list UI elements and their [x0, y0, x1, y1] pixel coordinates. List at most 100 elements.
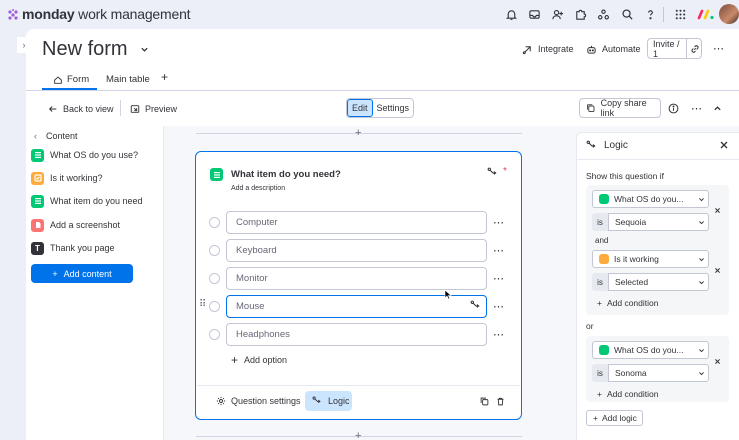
- chevron-down-icon: [698, 371, 704, 375]
- insert-question-plus-icon[interactable]: +: [355, 430, 361, 440]
- monday-products-icon[interactable]: [697, 9, 715, 20]
- option-input[interactable]: Headphones: [226, 323, 487, 346]
- content-header: ‹ Content: [34, 131, 78, 141]
- tab-main-table[interactable]: Main table: [106, 70, 150, 89]
- question-settings-button[interactable]: Question settings: [216, 396, 301, 406]
- gear-icon: [216, 396, 226, 406]
- option-more-icon[interactable]: ⋯: [493, 328, 505, 341]
- workspaces-icon[interactable]: [597, 8, 610, 21]
- monday-logo-icon[interactable]: [7, 9, 19, 21]
- back-to-view-button[interactable]: Back to view: [48, 102, 114, 116]
- list-icon: [599, 194, 609, 204]
- add-content-button[interactable]: + Add content: [31, 264, 133, 283]
- more-options-icon[interactable]: ⋯: [713, 42, 725, 55]
- option-input[interactable]: Keyboard: [226, 239, 487, 262]
- chevron-up-icon[interactable]: [713, 104, 722, 113]
- operator-label: is: [592, 273, 608, 291]
- chevron-down-icon: [698, 348, 704, 352]
- integrate-icon: [522, 45, 531, 54]
- question-select[interactable]: Is it working: [592, 250, 709, 268]
- help-icon[interactable]: [644, 8, 657, 21]
- tab-form[interactable]: Form: [53, 70, 89, 89]
- top-bar: monday work management: [0, 0, 739, 29]
- logic-button[interactable]: Logic: [305, 391, 352, 411]
- preview-button[interactable]: Preview: [130, 102, 177, 116]
- inbox-icon[interactable]: [528, 8, 541, 21]
- question-title[interactable]: What item do you need?: [231, 169, 341, 180]
- option-radio: [209, 217, 220, 228]
- content-item[interactable]: What item do you need: [31, 194, 143, 208]
- edit-settings-toggle: Edit Settings: [346, 98, 415, 118]
- chevron-down-icon[interactable]: [140, 45, 149, 54]
- toolbar-more-icon[interactable]: ⋯: [691, 102, 702, 115]
- value-select[interactable]: Sonoma: [608, 364, 709, 382]
- chevron-down-icon: [698, 280, 704, 284]
- option-more-icon[interactable]: ⋯: [493, 216, 505, 229]
- automate-button[interactable]: Automate: [586, 41, 641, 57]
- content-item[interactable]: Is it working?: [31, 171, 103, 185]
- apps-puzzle-icon[interactable]: [574, 8, 587, 21]
- add-view-button[interactable]: +: [161, 70, 168, 84]
- list-icon: [31, 148, 44, 162]
- content-item[interactable]: T Thank you page: [31, 241, 115, 255]
- operator-label: is: [592, 213, 608, 231]
- question-description[interactable]: Add a description: [231, 185, 285, 192]
- value-select[interactable]: Selected: [608, 273, 709, 291]
- mouse-cursor-icon: [444, 289, 452, 300]
- add-logic-button[interactable]: + Add logic: [586, 410, 643, 426]
- drag-handle-icon[interactable]: ⠿: [199, 299, 206, 310]
- invite-button[interactable]: Invite / 1: [647, 38, 702, 59]
- option-more-icon[interactable]: ⋯: [493, 300, 505, 313]
- logic-branch-icon[interactable]: [470, 300, 481, 311]
- home-icon: [54, 75, 62, 84]
- option-input[interactable]: Monitor: [226, 267, 487, 290]
- value-select[interactable]: Sequoia: [608, 213, 709, 231]
- required-mark: *: [503, 166, 507, 177]
- remove-condition-icon[interactable]: [714, 358, 721, 365]
- plus-icon: +: [593, 413, 598, 423]
- question-select[interactable]: What OS do you...: [592, 341, 709, 359]
- add-condition-button[interactable]: + Add condition: [597, 298, 658, 308]
- info-icon[interactable]: [668, 103, 679, 114]
- chevron-left-icon[interactable]: ‹: [34, 131, 37, 141]
- list-icon: [210, 168, 223, 181]
- preview-icon: [130, 105, 140, 113]
- insert-question-plus-icon[interactable]: +: [355, 127, 361, 139]
- question-select[interactable]: What OS do you...: [592, 190, 709, 208]
- option-input[interactable]: Computer: [226, 211, 487, 234]
- page-title[interactable]: New form: [42, 38, 128, 61]
- chevron-down-icon: [698, 197, 704, 201]
- option-radio: [209, 329, 220, 340]
- duplicate-icon[interactable]: [480, 397, 489, 406]
- option-more-icon[interactable]: ⋯: [493, 272, 505, 285]
- plus-icon: +: [52, 268, 58, 279]
- close-icon[interactable]: [719, 140, 729, 150]
- checkbox-icon: [599, 254, 609, 264]
- invite-members-icon[interactable]: [551, 8, 564, 21]
- trash-icon[interactable]: [496, 397, 505, 406]
- logic-branch-icon: [312, 396, 321, 404]
- option-radio: [209, 273, 220, 284]
- chevron-down-icon: [698, 257, 704, 261]
- add-condition-button[interactable]: + Add condition: [597, 389, 658, 399]
- content-item[interactable]: Add a screenshot: [31, 218, 120, 232]
- robot-icon: [587, 45, 596, 54]
- option-more-icon[interactable]: ⋯: [493, 244, 505, 257]
- plus-icon: +: [597, 389, 602, 399]
- integrate-button[interactable]: Integrate: [522, 41, 574, 57]
- remove-condition-icon[interactable]: [714, 207, 721, 214]
- settings-tab[interactable]: Settings: [373, 99, 414, 117]
- user-avatar[interactable]: [719, 4, 739, 24]
- copy-share-link-button[interactable]: Copy share link: [579, 98, 661, 118]
- search-icon[interactable]: [621, 8, 634, 21]
- logic-panel-header: Logic: [586, 140, 628, 151]
- bell-icon[interactable]: [505, 8, 518, 21]
- content-item[interactable]: What OS do you use?: [31, 148, 138, 162]
- brand-name: monday work management: [22, 6, 191, 22]
- link-icon[interactable]: [690, 44, 700, 54]
- remove-condition-icon[interactable]: [714, 267, 721, 274]
- apps-grid-icon[interactable]: [674, 8, 687, 21]
- add-option-button[interactable]: + Add option: [231, 353, 287, 367]
- edit-tab[interactable]: Edit: [347, 99, 373, 117]
- logic-branch-icon: [487, 167, 497, 175]
